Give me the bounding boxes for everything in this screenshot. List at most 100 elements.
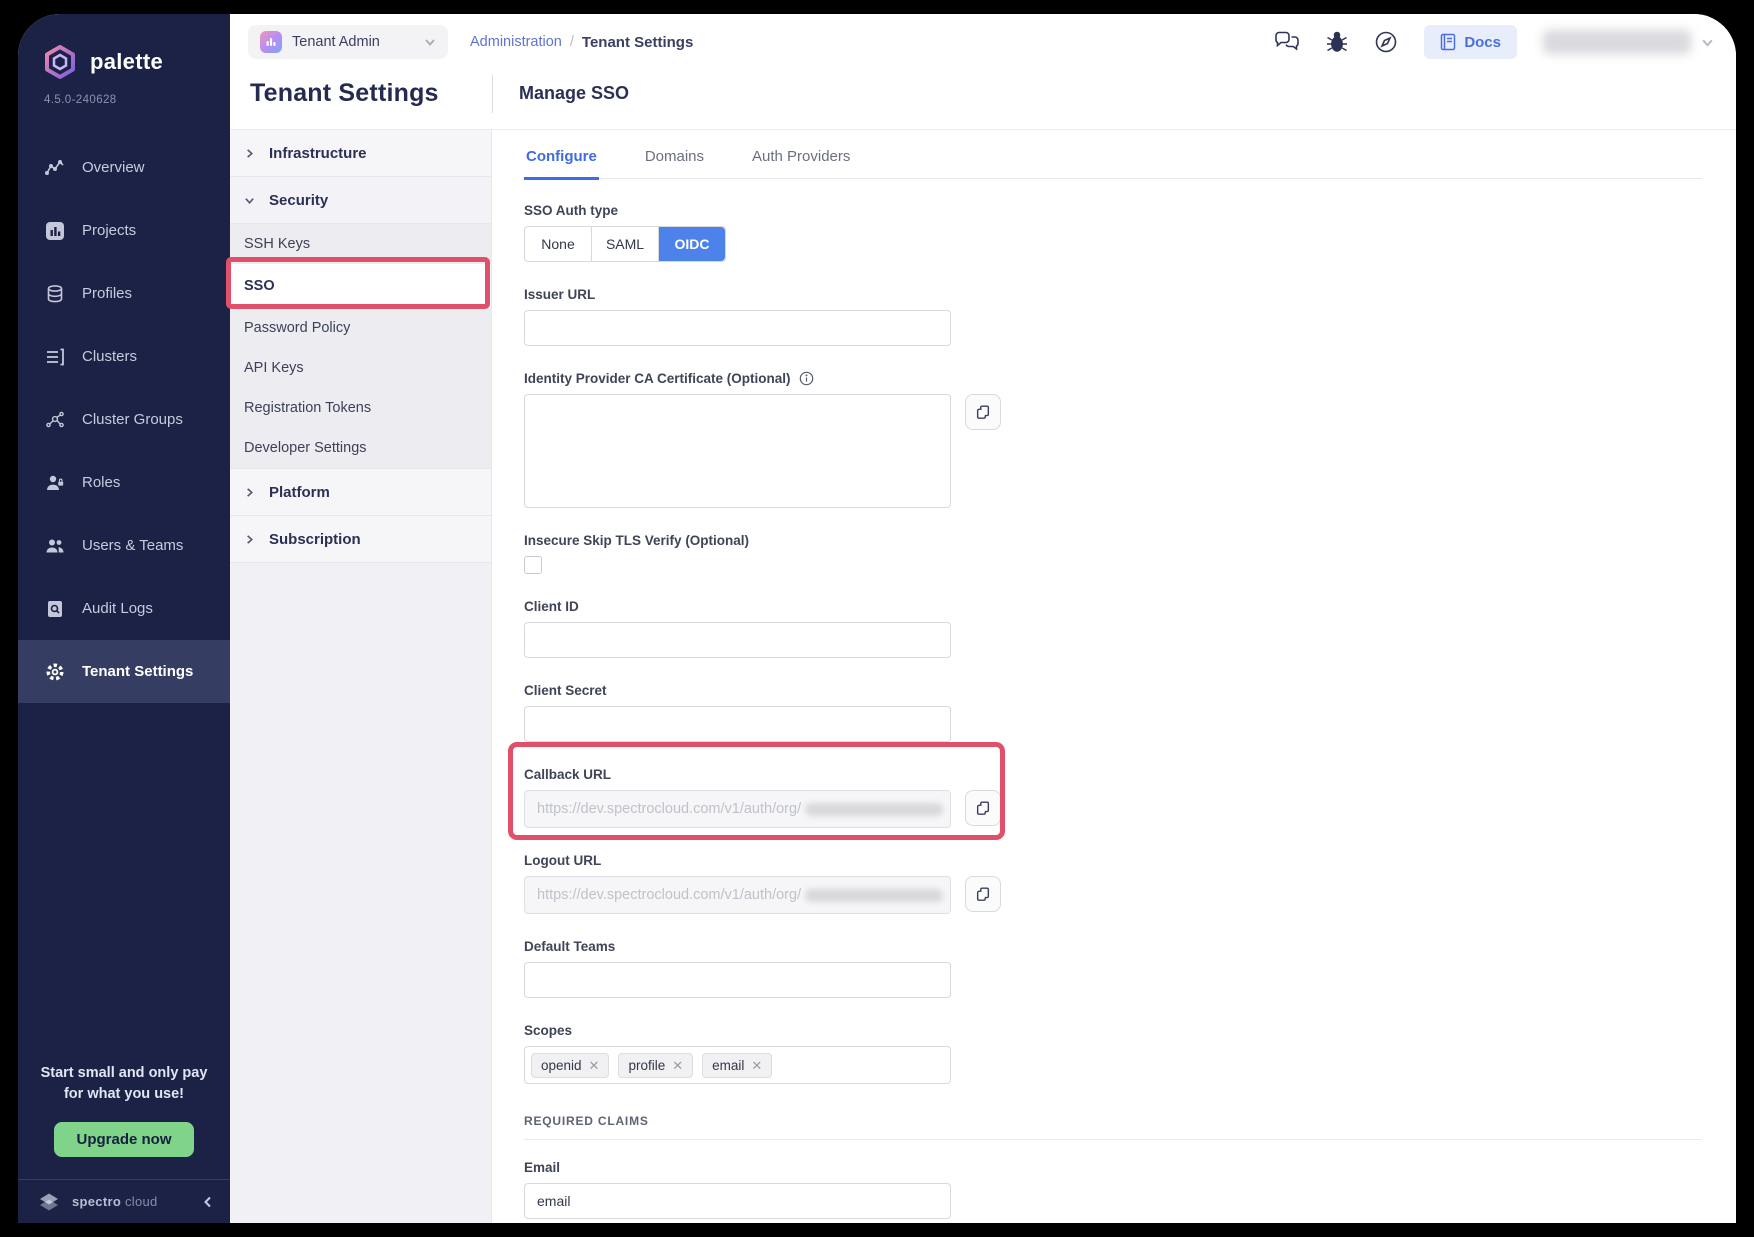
topbar-actions: Docs bbox=[1274, 25, 1714, 59]
book-icon bbox=[1440, 33, 1456, 51]
compass-explore-icon[interactable] bbox=[1374, 30, 1398, 54]
audit-log-icon bbox=[44, 599, 66, 619]
callback-url-placeholder: https://dev.spectrocloud.com/v1/auth/org… bbox=[537, 801, 801, 817]
sso-form: SSO Auth type None SAML OIDC Issuer URL bbox=[524, 179, 1702, 1219]
section-infrastructure[interactable]: Infrastructure bbox=[230, 130, 491, 177]
app-window: palette 4.5.0-240628 Overview Projects bbox=[18, 14, 1736, 1223]
scope-chip-openid: openid ✕ bbox=[531, 1053, 609, 1078]
sidebar-item-label: Profiles bbox=[82, 285, 132, 302]
tab-auth-providers[interactable]: Auth Providers bbox=[750, 142, 852, 178]
spectro-text: spectro bbox=[72, 1194, 121, 1209]
section-subscription[interactable]: Subscription bbox=[230, 516, 491, 563]
sidebar-item-clusters[interactable]: Clusters bbox=[18, 325, 230, 388]
remove-chip-icon[interactable]: ✕ bbox=[672, 1059, 683, 1072]
palette-logo-icon bbox=[42, 44, 78, 80]
issuer-url-input[interactable] bbox=[524, 310, 951, 346]
upgrade-now-button[interactable]: Upgrade now bbox=[54, 1122, 193, 1157]
logout-url-redacted bbox=[805, 889, 943, 902]
client-id-input[interactable] bbox=[524, 622, 951, 658]
chevron-right-icon bbox=[244, 148, 255, 159]
callback-url-label: Callback URL bbox=[524, 767, 1702, 782]
breadcrumb-administration[interactable]: Administration bbox=[470, 34, 562, 50]
client-id-label: Client ID bbox=[524, 599, 1702, 614]
sidebar-item-overview[interactable]: Overview bbox=[18, 136, 230, 199]
section-label: Subscription bbox=[269, 531, 361, 548]
sidebar-item-projects[interactable]: Projects bbox=[18, 199, 230, 262]
chip-label: openid bbox=[541, 1058, 582, 1073]
chevron-down-icon bbox=[244, 195, 255, 206]
tab-domains[interactable]: Domains bbox=[643, 142, 706, 178]
skip-tls-label: Insecure Skip TLS Verify (Optional) bbox=[524, 533, 1702, 548]
callback-url-input: https://dev.spectrocloud.com/v1/auth/org… bbox=[524, 790, 951, 828]
collapse-sidebar-icon[interactable] bbox=[202, 1196, 214, 1208]
sidebar-item-label: Tenant Settings bbox=[82, 663, 193, 680]
info-icon[interactable] bbox=[799, 371, 814, 386]
client-secret-input[interactable] bbox=[524, 706, 951, 742]
ca-cert-copy-button[interactable] bbox=[965, 394, 1001, 430]
issuer-url-label: Issuer URL bbox=[524, 287, 1702, 302]
auth-type-none[interactable]: None bbox=[525, 227, 592, 261]
cloud-text: cloud bbox=[125, 1194, 158, 1209]
sidebar-item-roles[interactable]: Roles bbox=[18, 451, 230, 514]
database-icon bbox=[44, 284, 66, 304]
settings-item-sso[interactable]: SSO bbox=[230, 264, 491, 308]
settings-item-registration-tokens[interactable]: Registration Tokens bbox=[230, 388, 491, 428]
promo-line-1: Start small and only pay bbox=[32, 1063, 216, 1085]
auth-type-segmented: None SAML OIDC bbox=[524, 226, 726, 262]
settings-item-api-keys[interactable]: API Keys bbox=[230, 348, 491, 388]
section-security[interactable]: Security bbox=[230, 177, 491, 224]
auth-type-oidc[interactable]: OIDC bbox=[659, 227, 725, 261]
docs-button[interactable]: Docs bbox=[1424, 25, 1517, 59]
sidebar-item-label: Audit Logs bbox=[82, 600, 153, 617]
page-subtitle: Manage SSO bbox=[519, 83, 629, 104]
item-label: SSO bbox=[244, 278, 275, 294]
item-label: Developer Settings bbox=[244, 440, 367, 456]
logout-url-placeholder: https://dev.spectrocloud.com/v1/auth/org… bbox=[537, 887, 801, 903]
chip-label: email bbox=[712, 1058, 744, 1073]
sidebar-item-audit-logs[interactable]: Audit Logs bbox=[18, 577, 230, 640]
item-label: SSH Keys bbox=[244, 236, 310, 252]
sidebar-footer: spectro cloud bbox=[18, 1179, 230, 1223]
project-scope-label: Tenant Admin bbox=[292, 34, 380, 50]
sidebar-item-tenant-settings[interactable]: Tenant Settings bbox=[18, 640, 230, 703]
client-id-group: Client ID bbox=[524, 599, 1702, 658]
user-menu[interactable] bbox=[1543, 30, 1714, 54]
callback-url-copy-button[interactable] bbox=[965, 790, 1001, 826]
item-label: Registration Tokens bbox=[244, 400, 371, 416]
docs-label: Docs bbox=[1464, 34, 1501, 51]
email-claim-input[interactable] bbox=[524, 1183, 951, 1219]
sidebar-item-label: Clusters bbox=[82, 348, 137, 365]
sidebar-item-cluster-groups[interactable]: Cluster Groups bbox=[18, 388, 230, 451]
chat-feedback-icon[interactable] bbox=[1274, 31, 1300, 53]
skip-tls-group: Insecure Skip TLS Verify (Optional) bbox=[524, 533, 1702, 574]
section-label: Infrastructure bbox=[269, 145, 367, 162]
ca-cert-group: Identity Provider CA Certificate (Option… bbox=[524, 371, 1702, 508]
chevron-down-icon bbox=[424, 36, 436, 48]
auth-type-saml[interactable]: SAML bbox=[592, 227, 659, 261]
user-name-redacted bbox=[1543, 30, 1691, 54]
logout-url-input: https://dev.spectrocloud.com/v1/auth/org… bbox=[524, 876, 951, 914]
scope-chip-email: email ✕ bbox=[702, 1053, 772, 1078]
copy-icon bbox=[975, 404, 991, 420]
ca-cert-textarea[interactable] bbox=[524, 394, 951, 508]
user-lock-icon bbox=[44, 473, 66, 493]
settings-item-password-policy[interactable]: Password Policy bbox=[230, 308, 491, 348]
chevron-right-icon bbox=[244, 487, 255, 498]
bar-chart-icon bbox=[44, 221, 66, 241]
default-teams-input[interactable] bbox=[524, 962, 951, 998]
bug-report-icon[interactable] bbox=[1326, 30, 1348, 54]
scopes-input[interactable]: openid ✕ profile ✕ email ✕ bbox=[524, 1046, 951, 1084]
section-platform[interactable]: Platform bbox=[230, 469, 491, 516]
default-teams-label: Default Teams bbox=[524, 939, 1702, 954]
settings-item-developer-settings[interactable]: Developer Settings bbox=[230, 428, 491, 468]
callback-url-group: Callback URL https://dev.spectrocloud.co… bbox=[524, 767, 1702, 828]
tab-configure[interactable]: Configure bbox=[524, 142, 599, 180]
skip-tls-checkbox[interactable] bbox=[524, 556, 542, 574]
sidebar-item-profiles[interactable]: Profiles bbox=[18, 262, 230, 325]
remove-chip-icon[interactable]: ✕ bbox=[751, 1059, 762, 1072]
logout-url-copy-button[interactable] bbox=[965, 876, 1001, 912]
settings-item-ssh-keys[interactable]: SSH Keys bbox=[230, 224, 491, 264]
project-scope-selector[interactable]: Tenant Admin bbox=[248, 25, 448, 59]
remove-chip-icon[interactable]: ✕ bbox=[589, 1059, 600, 1072]
sidebar-item-users-teams[interactable]: Users & Teams bbox=[18, 514, 230, 577]
